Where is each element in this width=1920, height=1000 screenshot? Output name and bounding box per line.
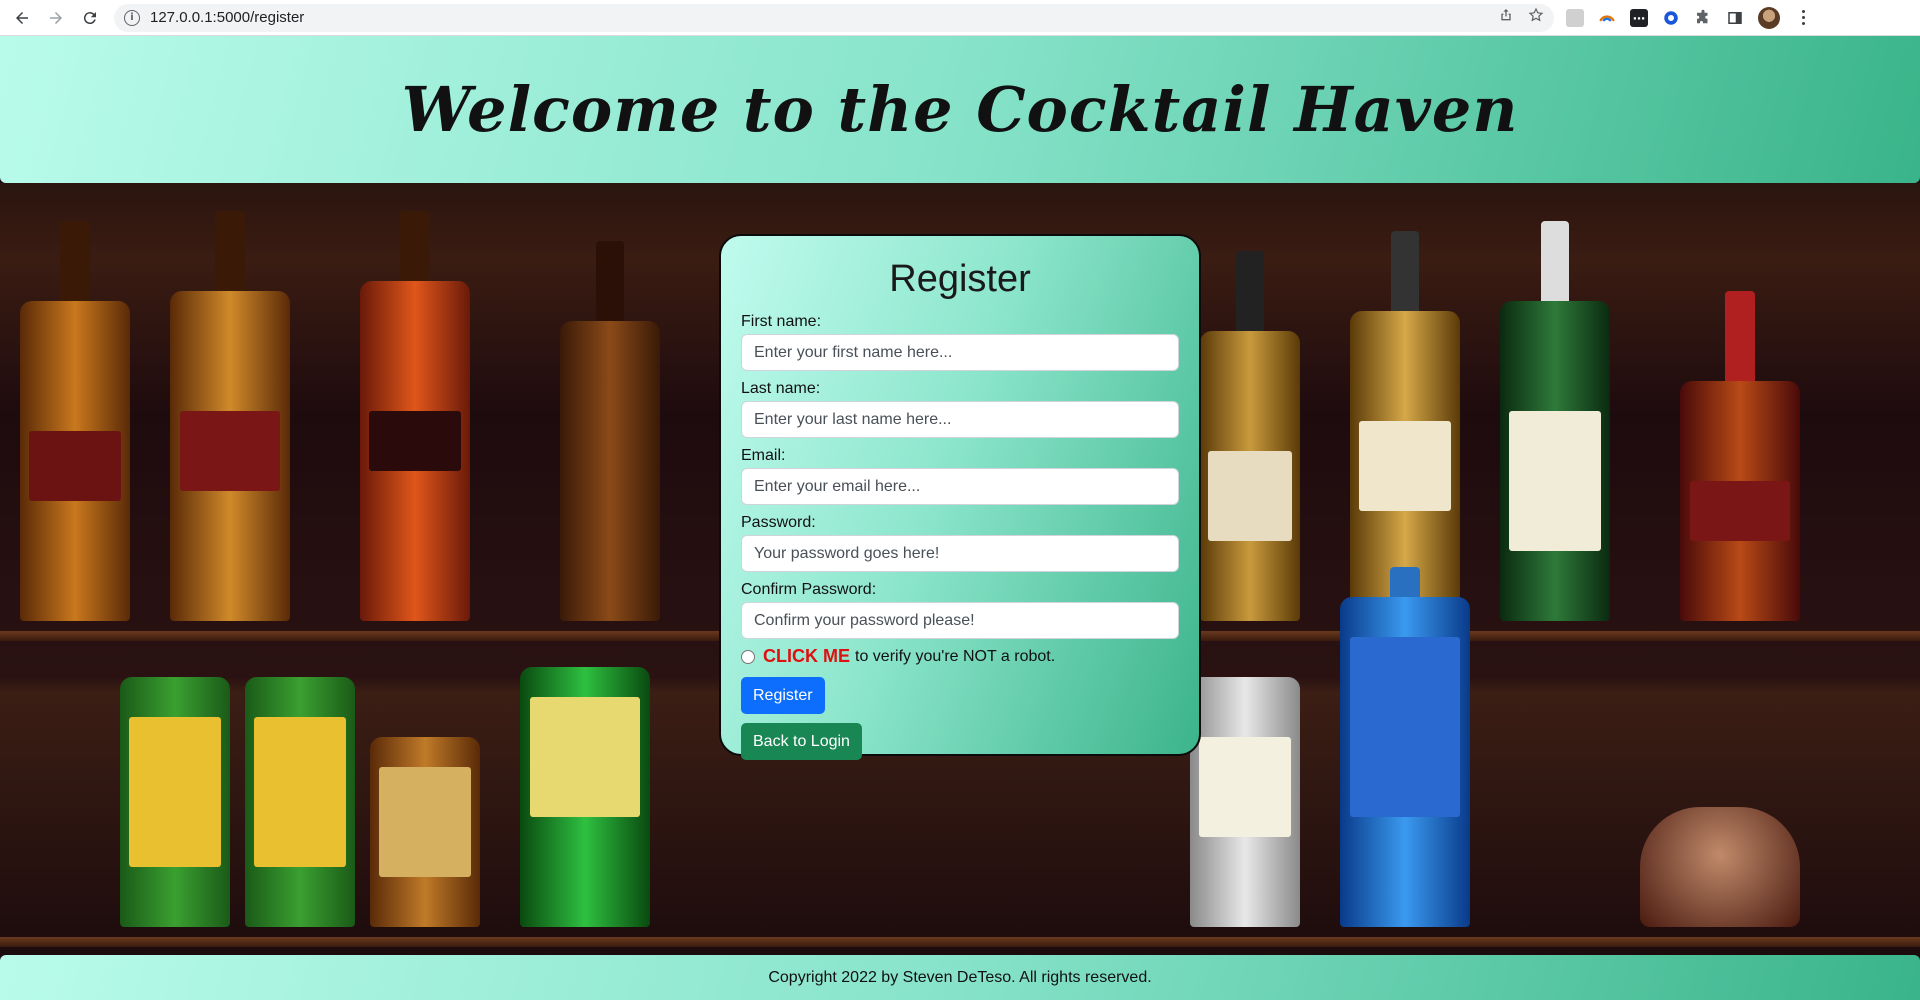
bottle xyxy=(170,211,290,621)
menu-icon[interactable] xyxy=(1794,9,1812,27)
forward-icon[interactable] xyxy=(44,6,68,30)
password-label: Password: xyxy=(741,514,816,531)
bottle xyxy=(1200,251,1300,621)
share-icon[interactable] xyxy=(1498,7,1514,28)
reload-icon[interactable] xyxy=(78,6,102,30)
robot-check-row: CLICK ME to verify you're NOT a robot. xyxy=(741,646,1179,667)
email-input[interactable] xyxy=(741,468,1179,505)
extension-icon[interactable] xyxy=(1566,8,1584,27)
bottle xyxy=(1500,221,1610,621)
bottle xyxy=(1190,677,1300,927)
bottle xyxy=(360,211,470,621)
avatar[interactable] xyxy=(1758,6,1780,29)
puzzle-icon[interactable] xyxy=(1694,9,1712,27)
extension-icon[interactable] xyxy=(1630,8,1648,27)
extension-icon[interactable] xyxy=(1662,9,1680,27)
shelf xyxy=(0,937,1920,947)
bottle xyxy=(1680,291,1800,621)
bottle xyxy=(1340,567,1470,927)
confirm-password-label: Confirm Password: xyxy=(741,581,877,598)
star-icon[interactable] xyxy=(1528,7,1544,28)
first-name-label: First name: xyxy=(741,313,822,330)
register-card: Register First name: Last name: Email: P… xyxy=(719,234,1201,760)
browser-toolbar: i 127.0.0.1:5000/register xyxy=(0,0,1920,36)
address-bar[interactable]: i 127.0.0.1:5000/register xyxy=(114,3,1554,32)
bottle xyxy=(245,677,355,927)
first-name-input[interactable] xyxy=(741,334,1179,371)
register-button[interactable]: Register xyxy=(741,677,825,714)
bottle xyxy=(20,221,130,621)
extension-icon[interactable] xyxy=(1598,9,1616,27)
email-label: Email: xyxy=(741,447,786,464)
last-name-input[interactable] xyxy=(741,401,1179,438)
robot-check-text: to verify you're NOT a robot. xyxy=(855,647,1056,665)
site-header: Welcome to the Cocktail Haven xyxy=(0,36,1920,183)
bottle xyxy=(370,737,480,927)
bottle xyxy=(560,241,660,621)
copyright-text: Copyright 2022 by Steven DeTeso. All rig… xyxy=(768,968,1152,986)
bottle xyxy=(520,667,650,927)
back-icon[interactable] xyxy=(10,6,34,30)
confirm-password-input[interactable] xyxy=(741,602,1179,639)
side-panel-icon[interactable] xyxy=(1726,9,1744,27)
register-heading: Register xyxy=(889,258,1031,300)
info-icon[interactable]: i xyxy=(124,9,140,26)
last-name-label: Last name: xyxy=(741,380,821,397)
url-text[interactable]: 127.0.0.1:5000/register xyxy=(150,9,304,26)
bottle xyxy=(120,677,230,927)
robot-check-radio[interactable] xyxy=(741,649,755,664)
back-to-login-button[interactable]: Back to Login xyxy=(741,723,862,760)
bottle xyxy=(1640,807,1800,927)
password-input[interactable] xyxy=(741,535,1179,572)
click-me-label[interactable]: CLICK ME xyxy=(763,646,850,667)
site-footer: Copyright 2022 by Steven DeTeso. All rig… xyxy=(0,955,1920,1000)
page-title: Welcome to the Cocktail Haven xyxy=(401,73,1519,146)
